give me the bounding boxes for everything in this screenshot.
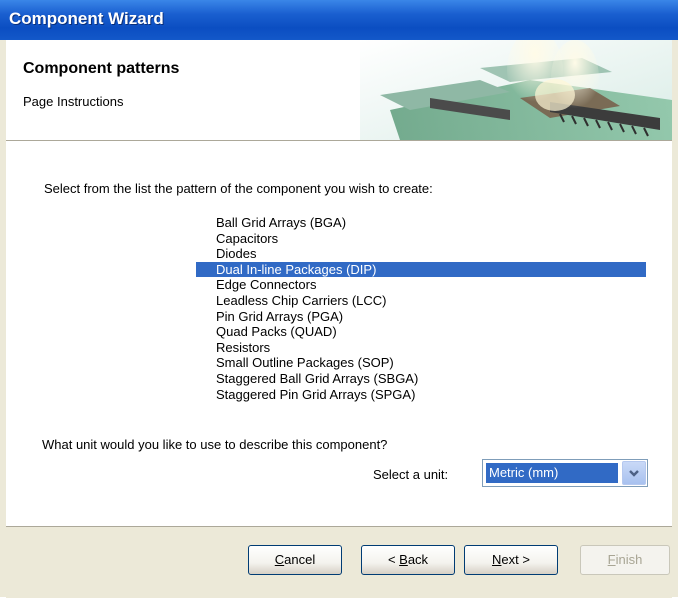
list-item[interactable]: Diodes [196,246,646,262]
page-title: Component patterns [23,60,180,77]
back-label: ack [407,552,429,567]
list-item[interactable]: Staggered Pin Grid Arrays (SPGA) [196,387,646,403]
pcb-banner-image [360,40,672,140]
list-item[interactable]: Leadless Chip Carriers (LCC) [196,293,646,309]
wizard-header: Component patterns Page Instructions [6,40,672,141]
finish-label: inish [615,552,643,567]
next-mnemonic: N [492,552,502,567]
finish-button[interactable]: Finish [580,545,670,575]
window-title: Component Wizard [9,9,164,28]
list-item[interactable]: Resistors [196,340,646,356]
cancel-button[interactable]: Cancel [248,545,342,575]
next-label: ext > [501,552,530,567]
back-mnemonic: B [399,552,408,567]
list-item[interactable]: Pin Grid Arrays (PGA) [196,309,646,325]
unit-select[interactable]: Metric (mm) [482,459,648,487]
page-instructions: Page Instructions [23,94,124,109]
back-button[interactable]: < Back [361,545,455,575]
back-prefix: < [387,552,400,567]
list-item-selected[interactable]: Dual In-line Packages (DIP) [196,261,646,278]
next-button[interactable]: Next > [464,545,558,575]
wizard-content: Select from the list the pattern of the … [6,141,672,526]
pattern-prompt: Select from the list the pattern of the … [44,181,433,196]
list-item[interactable]: Capacitors [196,231,646,247]
unit-select-value[interactable]: Metric (mm) [486,463,618,483]
unit-label: Select a unit: [373,467,449,482]
list-item[interactable]: Small Outline Packages (SOP) [196,355,646,371]
unit-dropdown-button[interactable] [622,461,646,485]
list-item[interactable]: Quad Packs (QUAD) [196,324,646,340]
finish-mnemonic: F [607,552,616,567]
list-item[interactable]: Ball Grid Arrays (BGA) [196,215,646,231]
wizard-window: Component Wizard Component patterns Page… [0,0,678,598]
cancel-mnemonic: C [274,552,285,567]
title-bar[interactable]: Component Wizard [0,0,678,40]
unit-question: What unit would you like to use to descr… [42,437,388,452]
button-bar: Cancel < Back Next > Finish [6,526,672,598]
list-item[interactable]: Edge Connectors [196,277,646,293]
pattern-list[interactable]: Ball Grid Arrays (BGA) Capacitors Diodes… [196,215,646,402]
chevron-down-icon [629,470,639,477]
cancel-label: ancel [284,552,316,567]
list-item[interactable]: Staggered Ball Grid Arrays (SBGA) [196,371,646,387]
